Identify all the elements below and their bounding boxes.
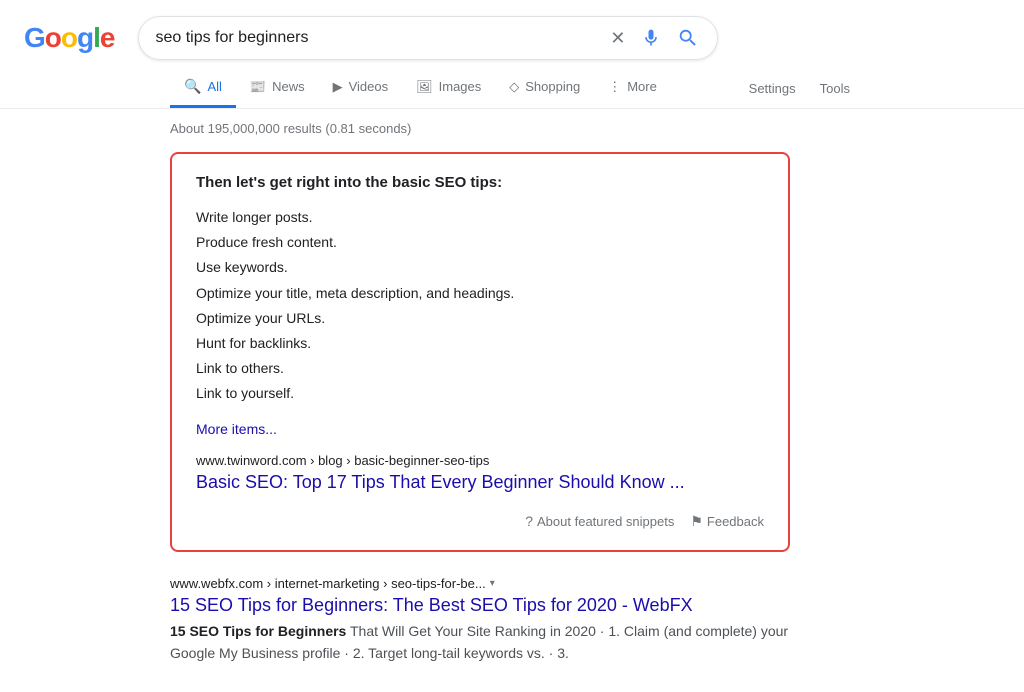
result-title-link[interactable]: 15 SEO Tips for Beginners: The Best SEO … — [170, 595, 790, 616]
search-icon — [677, 27, 699, 49]
search-button[interactable] — [675, 25, 701, 51]
logo-o2: o — [61, 22, 77, 54]
question-icon: ? — [525, 513, 533, 529]
logo-o1: o — [45, 22, 61, 54]
list-item: Write longer posts. — [196, 205, 764, 230]
snippet-list: Write longer posts. Produce fresh conten… — [196, 205, 764, 407]
flag-icon: ⚑ — [690, 513, 703, 530]
news-nav-icon: 📰 — [250, 79, 266, 95]
tab-all[interactable]: 🔍 All — [170, 68, 236, 108]
search-bar-icons: ✕ — [608, 25, 701, 51]
list-item: Hunt for backlinks. — [196, 331, 764, 356]
tab-videos[interactable]: ▶ Videos — [319, 69, 403, 108]
more-items-link[interactable]: More items... — [196, 421, 764, 437]
list-item: Optimize your title, meta description, a… — [196, 281, 764, 306]
nav-bar: 🔍 All 📰 News ▶ Videos 🖼 Images ◇ Shoppin… — [0, 68, 1024, 109]
nav-tabs: 🔍 All 📰 News ▶ Videos 🖼 Images ◇ Shoppin… — [170, 68, 671, 108]
settings-link[interactable]: Settings — [745, 71, 800, 106]
list-item: Use keywords. — [196, 255, 764, 280]
logo-g1: G — [24, 22, 45, 54]
list-item: Link to others. — [196, 356, 764, 381]
tab-videos-label: Videos — [349, 79, 389, 94]
about-snippets-button[interactable]: ? About featured snippets — [525, 513, 674, 529]
list-item: Link to yourself. — [196, 381, 764, 406]
list-item: Optimize your URLs. — [196, 306, 764, 331]
tab-more[interactable]: ⋮ More — [594, 69, 671, 108]
result-snippet: 15 SEO Tips for Beginners That Will Get … — [170, 620, 790, 665]
tab-images[interactable]: 🖼 Images — [402, 69, 495, 108]
snippet-url-text: www.twinword.com › blog › basic-beginner… — [196, 453, 489, 468]
list-item: Produce fresh content. — [196, 230, 764, 255]
feedback-button[interactable]: ⚑ Feedback — [690, 513, 764, 530]
google-logo[interactable]: Google — [24, 22, 114, 54]
main-content: Then let's get right into the basic SEO … — [0, 144, 1024, 692]
shopping-nav-icon: ◇ — [509, 79, 519, 95]
about-snippets-label: About featured snippets — [537, 514, 674, 529]
images-nav-icon: 🖼 — [416, 79, 433, 95]
clear-button[interactable]: ✕ — [608, 26, 627, 51]
snippet-footer: ? About featured snippets ⚑ Feedback — [196, 505, 764, 530]
tab-more-label: More — [627, 79, 657, 94]
tab-news-label: News — [272, 79, 305, 94]
search-input[interactable] — [155, 29, 608, 47]
nav-settings: Settings Tools — [745, 71, 854, 106]
search-bar: ✕ — [138, 16, 718, 60]
snippet-source: www.twinword.com › blog › basic-beginner… — [196, 453, 764, 468]
chevron-down-icon: ▾ — [490, 578, 495, 589]
mic-icon — [641, 28, 661, 48]
tools-link[interactable]: Tools — [816, 71, 854, 106]
result-url-text: www.webfx.com › internet-marketing › seo… — [170, 576, 486, 591]
tab-shopping[interactable]: ◇ Shopping — [495, 69, 594, 108]
tab-news[interactable]: 📰 News — [236, 69, 319, 108]
second-result: www.webfx.com › internet-marketing › seo… — [170, 576, 790, 665]
logo-g2: g — [77, 22, 93, 54]
results-count-text: About 195,000,000 results (0.81 seconds) — [170, 121, 411, 136]
more-nav-icon: ⋮ — [608, 79, 621, 95]
close-icon: ✕ — [610, 28, 625, 49]
result-url-bar: www.webfx.com › internet-marketing › seo… — [170, 576, 790, 591]
feedback-label: Feedback — [707, 514, 764, 529]
tab-all-label: All — [207, 79, 221, 94]
logo-e: e — [100, 22, 115, 54]
header: Google ✕ — [0, 0, 1024, 60]
snippet-intro: Then let's get right into the basic SEO … — [196, 174, 764, 191]
tab-shopping-label: Shopping — [525, 79, 580, 94]
logo-l: l — [93, 22, 100, 54]
voice-search-button[interactable] — [639, 26, 663, 50]
videos-nav-icon: ▶ — [333, 79, 343, 95]
featured-snippet: Then let's get right into the basic SEO … — [170, 152, 790, 552]
snippet-title-link[interactable]: Basic SEO: Top 17 Tips That Every Beginn… — [196, 472, 764, 493]
search-nav-icon: 🔍 — [184, 78, 201, 95]
tab-images-label: Images — [439, 79, 482, 94]
results-count: About 195,000,000 results (0.81 seconds) — [0, 113, 1024, 144]
